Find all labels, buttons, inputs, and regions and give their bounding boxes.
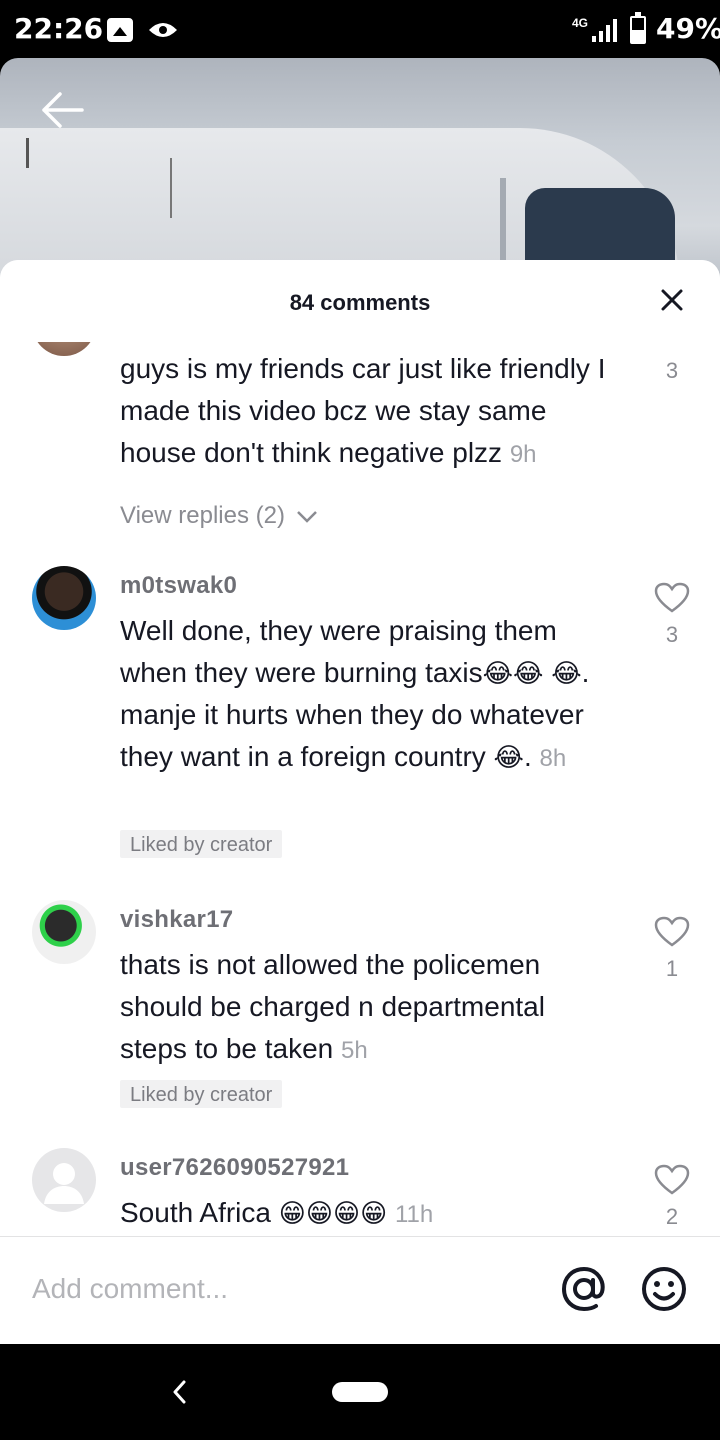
comment-input[interactable]: Add comment... [32, 1273, 228, 1305]
signal-icon [592, 19, 617, 42]
system-nav-bar [0, 1344, 720, 1440]
at-icon[interactable] [560, 1265, 608, 1313]
emoji-icon[interactable] [640, 1265, 688, 1313]
comment-username[interactable]: m0tswak0 [120, 572, 237, 600]
avatar[interactable] [32, 566, 96, 630]
image-icon [107, 18, 133, 42]
comment-text: Well done, they were praising them when … [120, 615, 590, 772]
comment-emojis: 😁😁😁😁 [278, 1198, 388, 1228]
nav-home-pill[interactable] [332, 1382, 388, 1402]
comment-username[interactable]: vishkar17 [120, 906, 233, 934]
liked-by-creator-badge: Liked by creator [120, 1080, 283, 1108]
status-bar: 22:26 4G 49% [0, 0, 720, 58]
comment-username[interactable]: user7626090527921 [120, 1154, 349, 1182]
comment-text: thats is not allowed the policemen shoul… [120, 949, 545, 1064]
heart-icon[interactable] [654, 582, 690, 614]
comment-text: guys is my friends car just like friendl… [120, 353, 606, 468]
comments-list[interactable]: guys is my friends car just like friendl… [0, 342, 720, 1232]
like-count: 1 [665, 956, 679, 981]
like-count: 2 [665, 1204, 679, 1229]
status-time: 22:26 [14, 12, 104, 45]
liked-by-creator-badge: Liked by creator [120, 830, 283, 858]
chevron-down-icon [296, 510, 317, 523]
avatar[interactable] [32, 900, 96, 964]
like-count: 3 [665, 622, 679, 647]
view-replies-button[interactable]: View replies (2) [120, 502, 318, 530]
network-type: 4G [572, 16, 589, 30]
van-detail [26, 138, 29, 168]
comments-count-title: 84 comments [289, 290, 431, 315]
heart-icon[interactable] [654, 1164, 690, 1196]
comments-sheet: 84 comments guys is my friends car just … [0, 260, 720, 1344]
default-avatar-icon [44, 1163, 84, 1204]
comment-time: 8h [539, 745, 567, 772]
nav-back-icon[interactable] [170, 1378, 190, 1406]
close-icon[interactable] [660, 288, 684, 312]
battery-icon [630, 12, 646, 44]
comment-time: 9h [509, 441, 537, 468]
comment-text: South Africa 😁😁😁😁 11h [120, 1197, 434, 1228]
arrow-left-icon[interactable] [36, 88, 86, 132]
battery-percent: 49% [656, 12, 720, 45]
van-detail [170, 158, 172, 218]
heart-icon[interactable] [654, 916, 690, 948]
comment-time: 11h [394, 1201, 434, 1228]
sheet-header: 84 comments [0, 260, 720, 342]
avatar[interactable] [32, 1148, 96, 1212]
comment-input-bar: Add comment... [0, 1236, 720, 1344]
comment-time: 5h [341, 1037, 368, 1064]
like-count: 3 [665, 358, 679, 383]
eye-icon [149, 23, 177, 37]
avatar[interactable] [32, 342, 96, 356]
